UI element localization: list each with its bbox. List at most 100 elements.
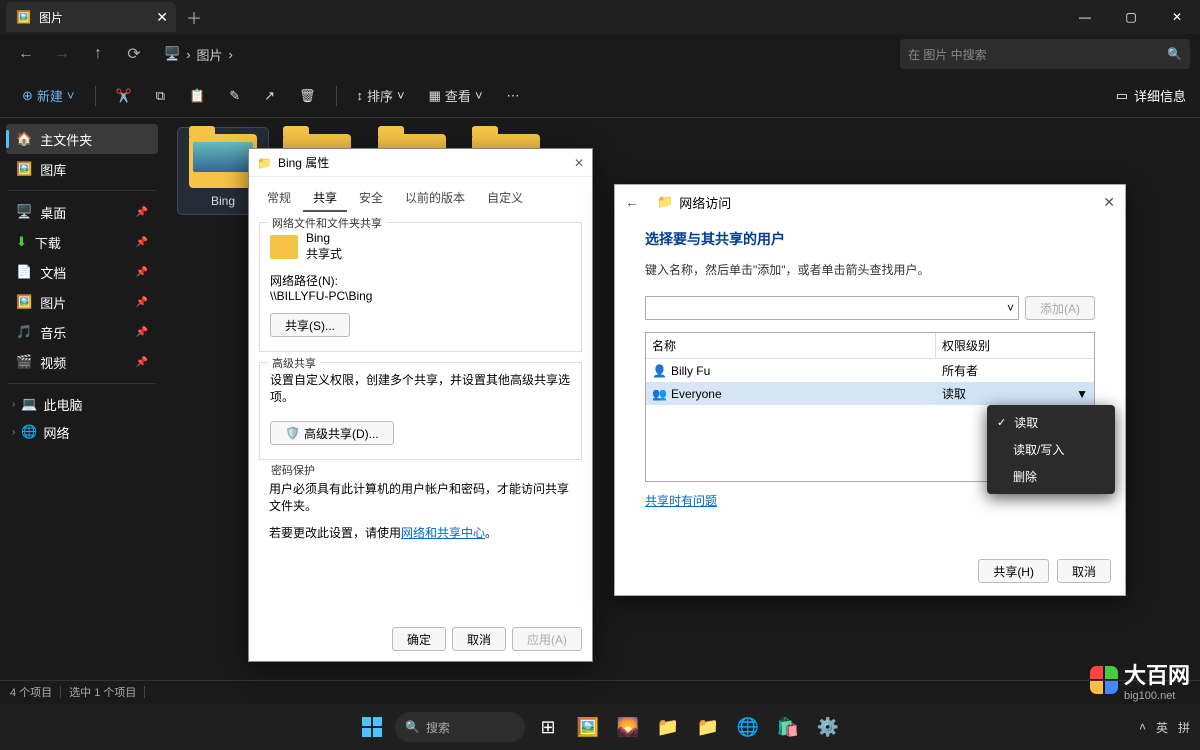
menu-item-readwrite[interactable]: 读取/写入 — [991, 436, 1111, 463]
search-placeholder: 在 图片 中搜索 — [908, 46, 987, 63]
apply-button[interactable]: 应用(A) — [512, 627, 582, 651]
dialog-titlebar[interactable]: ← 📁网络访问 ✕ — [615, 185, 1125, 219]
chevron-icon: › — [229, 47, 233, 62]
view-button[interactable]: ▦ 查看 ˅ — [421, 82, 491, 109]
network-center-link[interactable]: 网络和共享中心 — [401, 526, 485, 540]
refresh-button[interactable]: ⟳ — [118, 38, 150, 70]
add-button[interactable]: 添加(A) — [1025, 296, 1095, 320]
chevron-down-icon[interactable]: ▼ — [1076, 387, 1088, 401]
pin-icon: 📌 — [136, 237, 148, 248]
ime-indicator[interactable]: 英 — [1156, 719, 1168, 736]
up-button[interactable]: ↑ — [82, 38, 114, 70]
trouble-sharing-link[interactable]: 共享时有问题 — [645, 492, 717, 509]
menu-item-read[interactable]: 读取 — [991, 409, 1111, 436]
start-button[interactable] — [355, 710, 389, 744]
details-pane-button[interactable]: ▭ 详细信息 — [1116, 86, 1186, 105]
taskbar-explorer[interactable]: 📁 — [651, 710, 685, 744]
music-icon: 🎵 — [16, 324, 32, 340]
cancel-button[interactable]: 取消 — [1057, 559, 1111, 583]
tab-customize[interactable]: 自定义 — [477, 185, 533, 212]
status-selected-count: 选中 1 个项目 — [69, 684, 136, 700]
tab-sharing[interactable]: 共享 — [303, 185, 347, 212]
window-tab[interactable]: 🖼️ 图片 ✕ — [6, 2, 176, 32]
pc-icon: 💻 — [21, 396, 37, 412]
forward-button[interactable]: → — [46, 38, 78, 70]
taskbar-settings[interactable]: ⚙️ — [811, 710, 845, 744]
breadcrumb[interactable]: 🖥️ › 图片 › — [164, 45, 233, 64]
taskbar-search[interactable]: 🔍搜索 — [395, 712, 525, 742]
sidebar-item-network[interactable]: ›🌐网络 — [6, 418, 158, 446]
sort-button[interactable]: ↕ 排序 ˅ — [349, 82, 413, 109]
column-header-name[interactable]: 名称 — [646, 333, 936, 358]
status-bar: 4 个项目 选中 1 个项目 — [0, 680, 1200, 702]
cancel-button[interactable]: 取消 — [452, 627, 506, 651]
search-icon: 🔍 — [405, 720, 420, 734]
close-icon[interactable]: ✕ — [1103, 194, 1115, 211]
taskbar-app[interactable]: 🌄 — [611, 710, 645, 744]
table-row[interactable]: 👥Everyone 读取▼ — [646, 382, 1094, 405]
videos-icon: 🎬 — [16, 354, 32, 370]
advanced-share-button[interactable]: 🛡️高级共享(D)... — [270, 421, 394, 445]
status-item-count: 4 个项目 — [10, 684, 52, 700]
taskbar-edge[interactable]: 🌐 — [731, 710, 765, 744]
details-icon: ▭ — [1116, 88, 1128, 104]
ime-mode[interactable]: 拼 — [1178, 719, 1190, 736]
close-button[interactable]: ✕ — [1154, 0, 1200, 34]
close-tab-icon[interactable]: ✕ — [156, 9, 168, 26]
back-icon[interactable]: ← — [625, 194, 639, 210]
taskbar-store[interactable]: 🛍️ — [771, 710, 805, 744]
window-controls: — ▢ ✕ — [1062, 0, 1200, 34]
chevron-right-icon: › — [12, 399, 15, 410]
sidebar-item-pictures[interactable]: 🖼️图片📌 — [6, 287, 158, 317]
crumb-pictures[interactable]: 图片 — [197, 45, 223, 64]
password-line2b: 。 — [485, 526, 497, 540]
tab-general[interactable]: 常规 — [257, 185, 301, 212]
monitor-icon: 🖥️ — [164, 46, 180, 62]
taskbar-app[interactable]: 📁 — [691, 710, 725, 744]
taskview-button[interactable]: ⊞ — [531, 710, 565, 744]
search-input[interactable]: 在 图片 中搜索 🔍 — [900, 39, 1190, 69]
tray-chevron-icon[interactable]: ˄ — [1139, 720, 1146, 734]
menu-item-remove[interactable]: 删除 — [991, 463, 1111, 490]
group-icon: 👥 — [652, 387, 667, 401]
user-combo-input[interactable]: ˅ — [645, 296, 1019, 320]
ok-button[interactable]: 确定 — [392, 627, 446, 651]
share-button[interactable]: ↗ — [256, 84, 283, 108]
share-button[interactable]: 共享(H) — [978, 559, 1049, 583]
tab-security[interactable]: 安全 — [349, 185, 393, 212]
network-icon: 🌐 — [21, 424, 37, 440]
table-row[interactable]: 👤Billy Fu 所有者 — [646, 359, 1094, 382]
sidebar-item-gallery[interactable]: 🖼️图库 — [6, 154, 158, 184]
copy-button[interactable]: ⧉ — [148, 84, 173, 108]
sidebar-item-documents[interactable]: 📄文档📌 — [6, 257, 158, 287]
sidebar-item-music[interactable]: 🎵音乐📌 — [6, 317, 158, 347]
sidebar-item-home[interactable]: 🏠主文件夹 — [6, 124, 158, 154]
dialog-instruction: 键入名称，然后单击"添加"，或者单击箭头查找用户。 — [645, 261, 1095, 278]
rename-button[interactable]: ✎ — [221, 84, 248, 108]
sidebar-item-desktop[interactable]: 🖥️桌面📌 — [6, 197, 158, 227]
password-line2a: 若要更改此设置，请使用 — [269, 526, 401, 540]
cut-button[interactable]: ✂️ — [108, 84, 140, 108]
back-button[interactable]: ← — [10, 38, 42, 70]
dialog-titlebar[interactable]: 📁 Bing 属性 ✕ — [249, 149, 592, 177]
tab-previous-versions[interactable]: 以前的版本 — [395, 185, 475, 212]
folder-icon — [270, 235, 298, 259]
pin-icon: 📌 — [136, 297, 148, 308]
new-button[interactable]: ⊕ 新建 ˅ — [14, 82, 83, 109]
taskbar-app[interactable]: 🖼️ — [571, 710, 605, 744]
section-network-share: 网络文件和文件夹共享 Bing 共享式 网络路径(N): \\BILLYFU-P… — [259, 222, 582, 352]
share-button[interactable]: 共享(S)... — [270, 313, 350, 337]
paste-button[interactable]: 📋 — [181, 84, 213, 108]
close-icon[interactable]: ✕ — [574, 156, 584, 170]
sidebar-item-videos[interactable]: 🎬视频📌 — [6, 347, 158, 377]
delete-button[interactable]: 🗑 — [291, 84, 324, 108]
folder-share-icon: 📁 — [657, 194, 673, 210]
minimize-button[interactable]: — — [1062, 0, 1108, 34]
sidebar-item-downloads[interactable]: ⬇下载📌 — [6, 227, 158, 257]
maximize-button[interactable]: ▢ — [1108, 0, 1154, 34]
more-button[interactable]: ⋯ — [499, 84, 528, 108]
new-tab-button[interactable]: ＋ — [186, 5, 202, 29]
column-header-level[interactable]: 权限级别 — [936, 333, 1094, 358]
sidebar-item-thispc[interactable]: ›💻此电脑 — [6, 390, 158, 418]
pin-icon: 📌 — [136, 357, 148, 368]
